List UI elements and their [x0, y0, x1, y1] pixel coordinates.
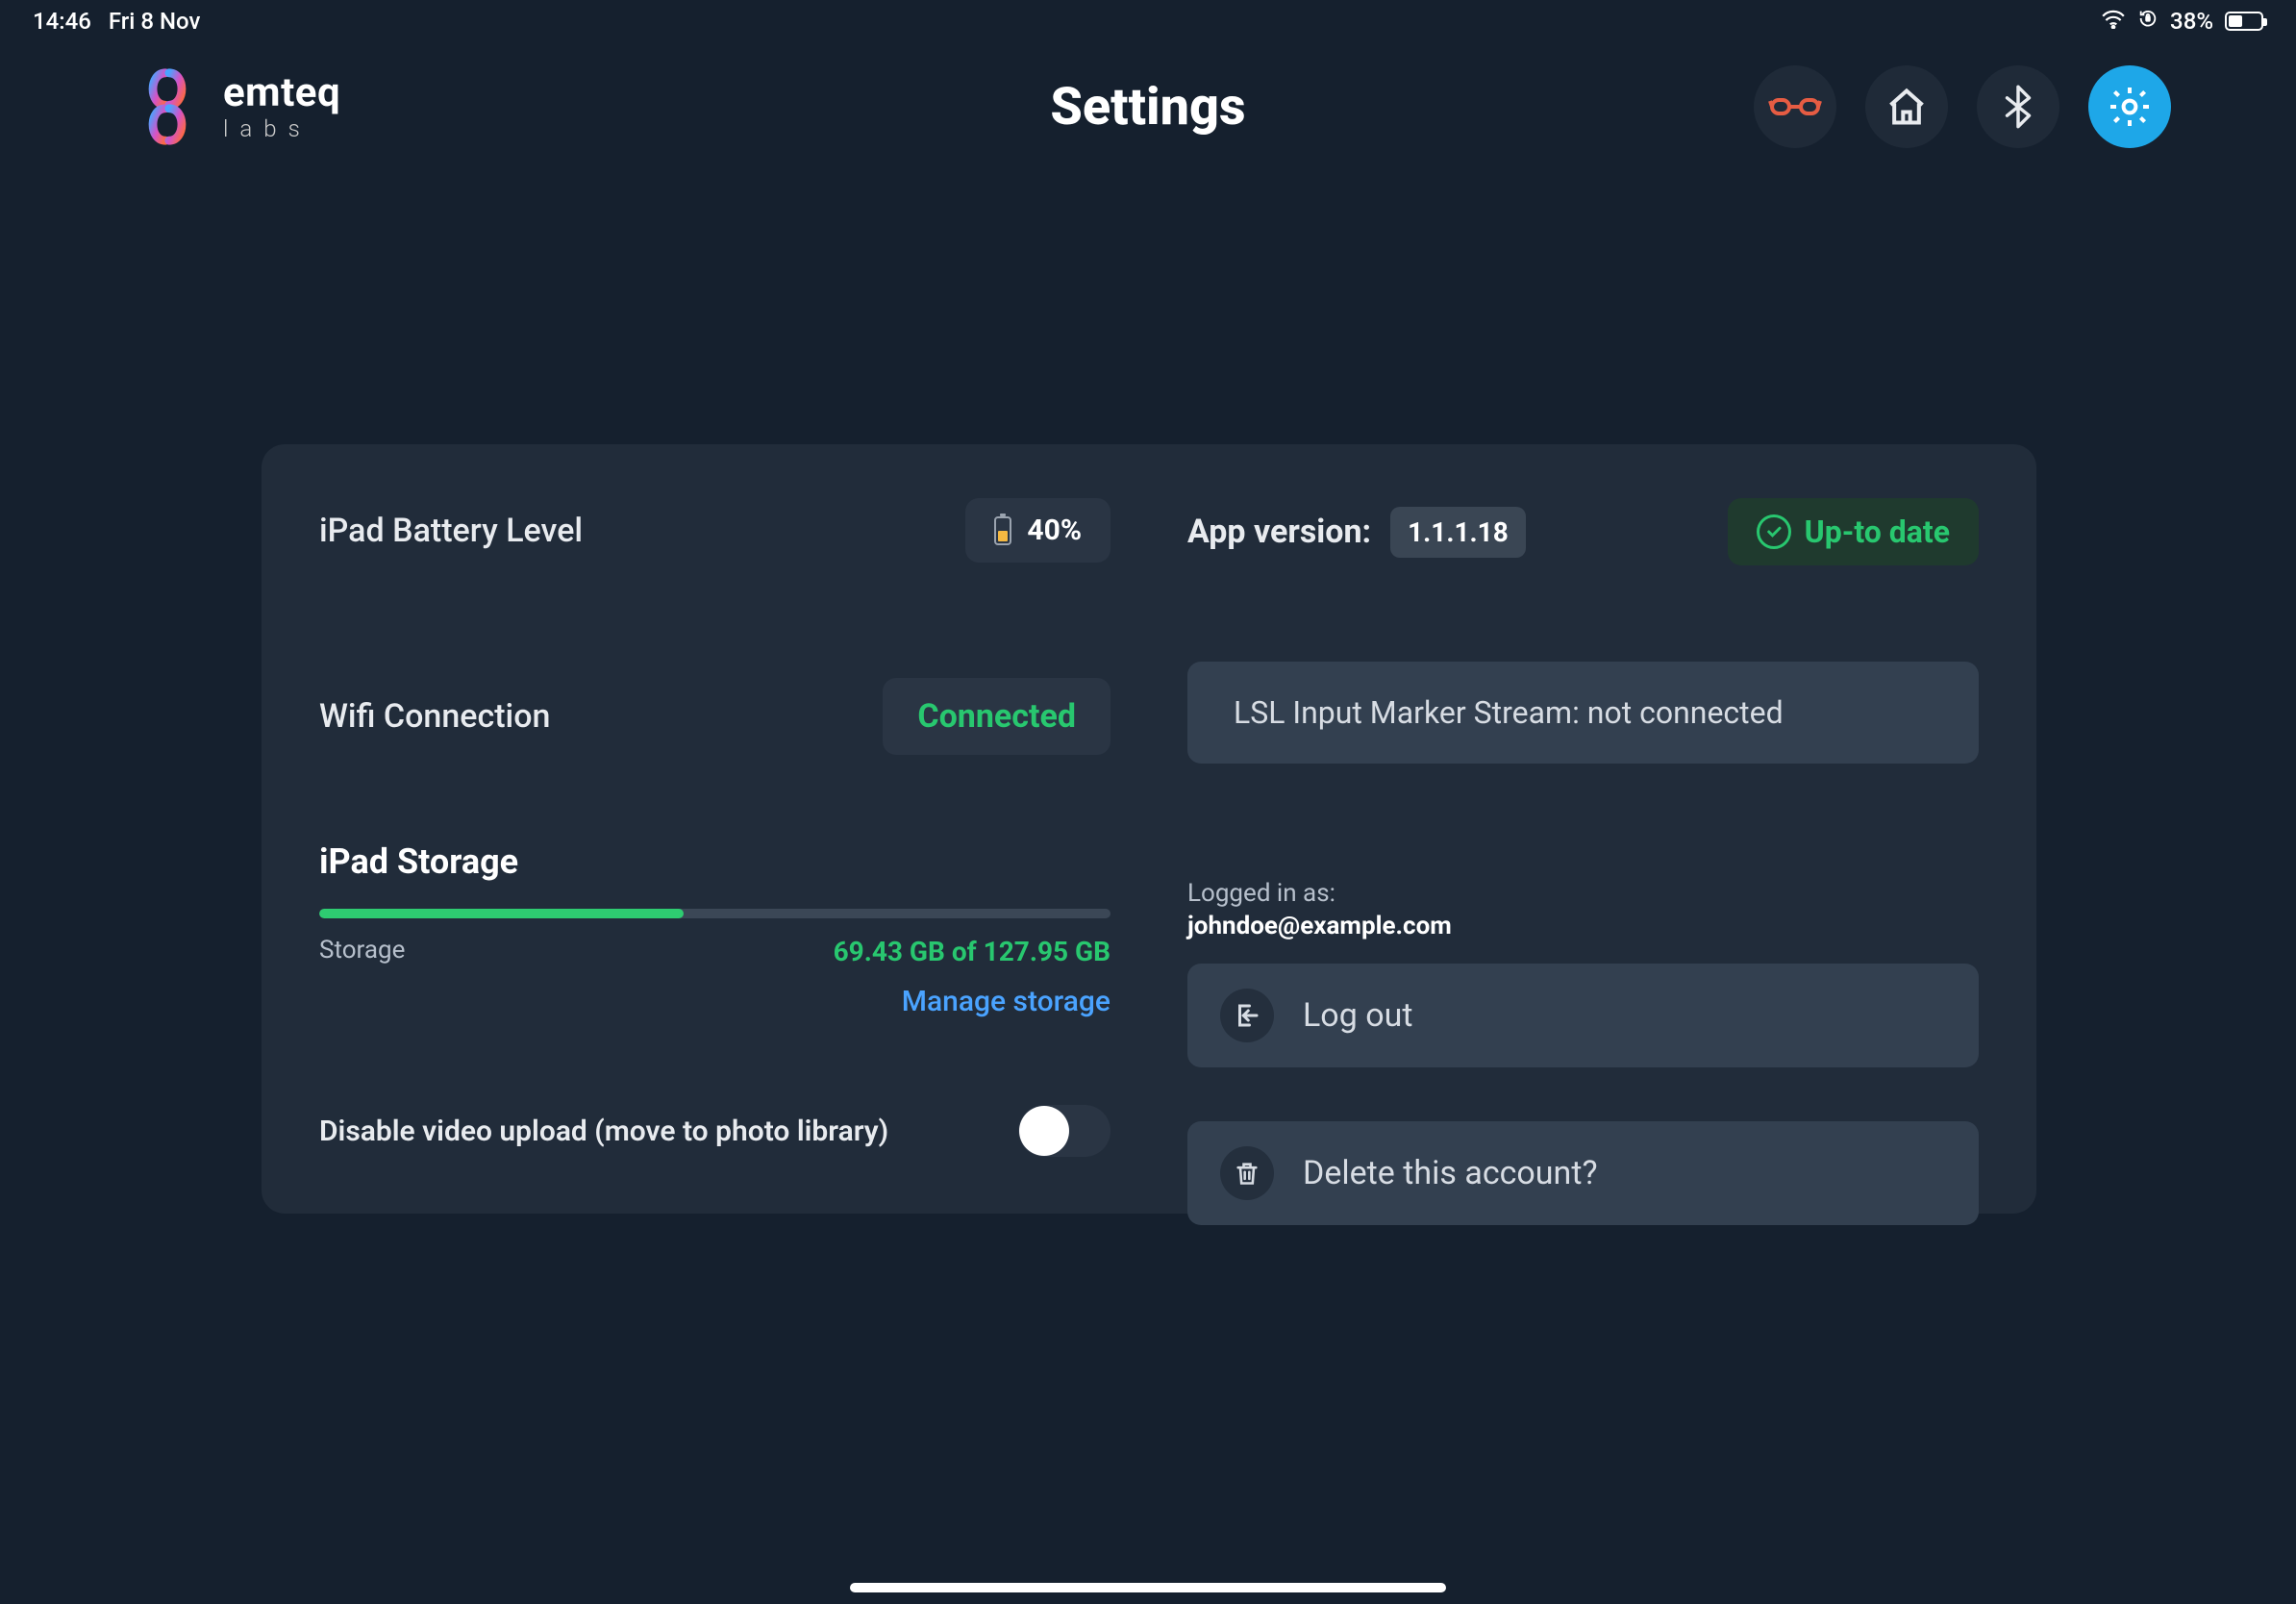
- app-version-row: App version: 1.1.1.18 Up-to date: [1187, 498, 1979, 565]
- brand-logo: emteq labs: [125, 64, 340, 149]
- app-version-label: App version:: [1187, 513, 1371, 551]
- check-circle-icon: [1757, 514, 1791, 549]
- logout-text: Log out: [1303, 996, 1412, 1035]
- bluetooth-nav-button[interactable]: [1977, 65, 2059, 148]
- storage-progress-fill: [319, 909, 684, 918]
- wifi-icon: [2101, 8, 2126, 35]
- page-title: Settings: [1050, 77, 1245, 138]
- video-upload-toggle-label: Disable video upload (move to photo libr…: [319, 1115, 888, 1148]
- battery-label: iPad Battery Level: [319, 512, 583, 550]
- logout-icon: [1220, 989, 1274, 1042]
- delete-account-button[interactable]: Delete this account?: [1187, 1121, 1979, 1225]
- lsl-status-text: LSL Input Marker Stream: not connected: [1234, 694, 1784, 731]
- settings-nav-button[interactable]: [2088, 65, 2171, 148]
- login-email: johndoe@example.com: [1187, 912, 1979, 940]
- battery-row: iPad Battery Level 40%: [319, 498, 1111, 563]
- status-bar: 14:46 Fri 8 Nov 38%: [0, 0, 2296, 42]
- delete-account-text: Delete this account?: [1303, 1154, 1598, 1192]
- app-header: emteq labs Settings: [0, 54, 2296, 160]
- storage-info-value: 69.43 GB of 127.95 GB: [834, 936, 1111, 967]
- home-nav-button[interactable]: [1865, 65, 1948, 148]
- orientation-lock-icon: [2137, 8, 2159, 35]
- left-column: iPad Battery Level 40% Wifi Connection C…: [319, 498, 1149, 1160]
- battery-value: 40%: [1027, 514, 1082, 547]
- glasses-icon: [1768, 92, 1822, 121]
- storage-info-label: Storage: [319, 936, 405, 967]
- update-status-text: Up-to date: [1805, 514, 1950, 550]
- glasses-nav-button[interactable]: [1754, 65, 1836, 148]
- storage-title: iPad Storage: [319, 841, 1111, 882]
- lsl-status-bar: LSL Input Marker Stream: not connected: [1187, 662, 1979, 764]
- storage-progress-track: [319, 909, 1111, 918]
- status-right: 38%: [2101, 8, 2263, 35]
- toggle-knob: [1019, 1106, 1069, 1156]
- settings-card: iPad Battery Level 40% Wifi Connection C…: [262, 444, 2036, 1214]
- login-label: Logged in as:: [1187, 879, 1979, 908]
- manage-storage-link[interactable]: Manage storage: [902, 985, 1111, 1018]
- video-upload-toggle-row: Disable video upload (move to photo libr…: [319, 1105, 1111, 1157]
- status-left: 14:46 Fri 8 Nov: [33, 8, 200, 35]
- status-time: 14:46: [33, 8, 91, 35]
- gear-icon: [2107, 84, 2153, 130]
- status-date: Fri 8 Nov: [109, 8, 200, 35]
- wifi-status-pill: Connected: [883, 678, 1111, 755]
- brand-mark-icon: [125, 64, 210, 149]
- wifi-row: Wifi Connection Connected: [319, 678, 1111, 755]
- app-version-value: 1.1.1.18: [1390, 507, 1526, 558]
- bluetooth-icon: [2005, 85, 2032, 129]
- storage-info: Storage 69.43 GB of 127.95 GB: [319, 936, 1111, 967]
- trash-icon: [1220, 1146, 1274, 1200]
- video-upload-toggle[interactable]: [1018, 1105, 1111, 1157]
- logout-button[interactable]: Log out: [1187, 964, 1979, 1067]
- brand-name: emteq: [223, 73, 340, 113]
- update-status-pill: Up-to date: [1728, 498, 1979, 565]
- brand-text: emteq labs: [223, 73, 340, 140]
- battery-icon: [2225, 12, 2263, 31]
- right-column: App version: 1.1.1.18 Up-to date LSL Inp…: [1149, 498, 1979, 1160]
- brand-tagline: labs: [223, 117, 340, 140]
- battery-icon: [994, 516, 1011, 545]
- home-icon: [1885, 86, 1928, 128]
- wifi-label: Wifi Connection: [319, 697, 550, 736]
- status-battery-percent: 38%: [2170, 8, 2213, 35]
- nav-buttons: [1754, 65, 2171, 148]
- manage-storage-row: Manage storage: [319, 985, 1111, 1018]
- wifi-status-text: Connected: [917, 697, 1076, 736]
- login-block: Logged in as: johndoe@example.com Log ou…: [1187, 879, 1979, 1225]
- storage-section: iPad Storage Storage 69.43 GB of 127.95 …: [319, 841, 1111, 1018]
- home-indicator[interactable]: [850, 1583, 1446, 1592]
- battery-pill: 40%: [965, 498, 1111, 563]
